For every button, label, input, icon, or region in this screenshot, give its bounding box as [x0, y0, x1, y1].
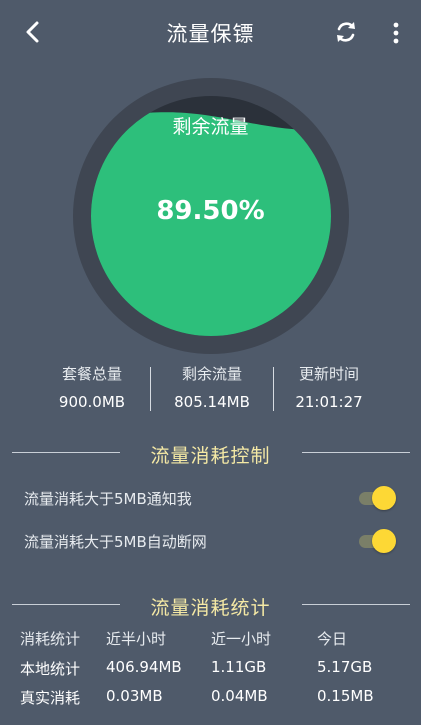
- auto-disconnect-setting-row: 流量消耗大于5MB自动断网: [24, 527, 404, 555]
- app-screen: 流量保镖 剩余流量 89.50% 套餐总量 900.0MB 剩余流量 805.1…: [0, 0, 421, 725]
- table-cell: 5.17GB: [317, 658, 373, 676]
- toggle-knob: [372, 529, 396, 553]
- table-cell: 406.94MB: [106, 658, 182, 676]
- stats-row: 套餐总量 900.0MB 剩余流量 805.14MB 更新时间 21:01:27: [0, 363, 421, 415]
- notify-setting-label: 流量消耗大于5MB通知我: [24, 490, 192, 508]
- notify-toggle[interactable]: [359, 486, 397, 510]
- refresh-icon[interactable]: [332, 18, 360, 46]
- stat-value: 21:01:27: [295, 393, 363, 411]
- table-header-cell: 消耗统计: [20, 630, 81, 648]
- auto-disconnect-setting-label: 流量消耗大于5MB自动断网: [24, 533, 207, 551]
- auto-disconnect-toggle[interactable]: [359, 529, 397, 553]
- table-row-label: 真实消耗: [20, 689, 81, 707]
- gauge-label: 剩余流量: [172, 116, 249, 138]
- table-cell: 0.03MB: [106, 687, 163, 705]
- table-header-cell: 近半小时: [106, 630, 167, 648]
- stat-value: 900.0MB: [58, 393, 126, 411]
- table-row-label: 本地统计: [20, 660, 81, 678]
- gauge-percent: 89.50%: [156, 196, 265, 226]
- control-section-title: 流量消耗控制: [150, 445, 271, 467]
- stat-label: 更新时间: [298, 365, 359, 383]
- more-options-icon[interactable]: [388, 20, 404, 46]
- table-header-cell: 今日: [317, 630, 348, 648]
- table-cell: 0.15MB: [317, 687, 374, 705]
- stat-update-time: 更新时间 21:01:27: [259, 363, 399, 411]
- stat-label: 套餐总量: [61, 365, 122, 383]
- table-cell: 1.11GB: [211, 658, 267, 676]
- notify-setting-row: 流量消耗大于5MB通知我: [24, 484, 404, 512]
- section-divider: [302, 604, 410, 605]
- table-cell: 0.04MB: [211, 687, 268, 705]
- table-header-cell: 近一小时: [211, 630, 272, 648]
- stat-plan-total: 套餐总量 900.0MB: [22, 363, 162, 411]
- statistics-section-title: 流量消耗统计: [150, 597, 271, 619]
- toggle-knob: [372, 486, 396, 510]
- section-divider: [302, 452, 410, 453]
- top-bar: 流量保镖: [0, 0, 421, 64]
